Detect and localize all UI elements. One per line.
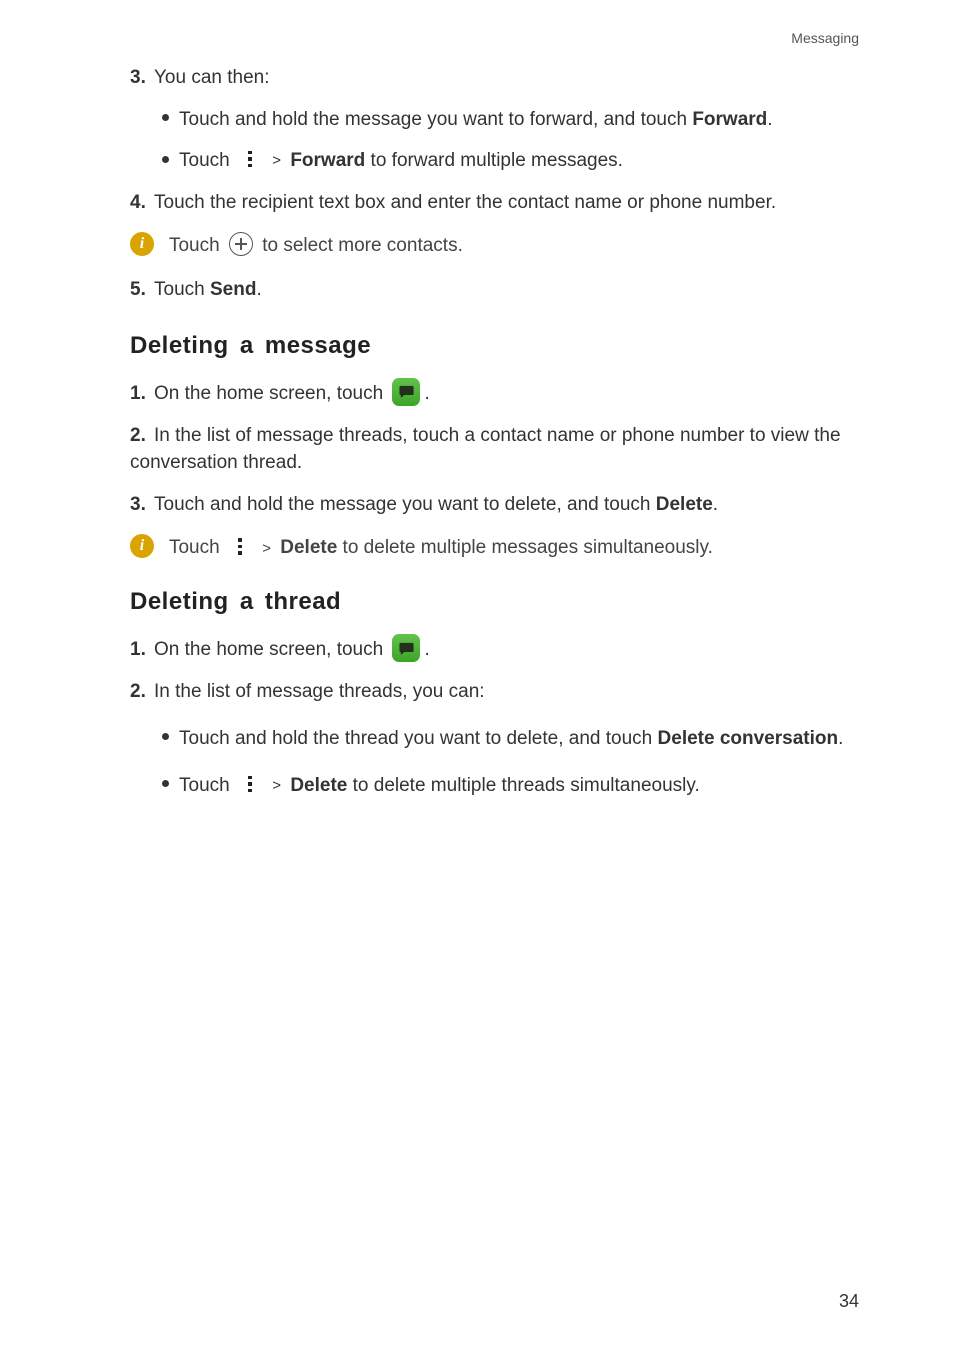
step-text: Touch the recipient text box and enter t…	[154, 192, 776, 213]
step-number: 2.	[130, 678, 154, 706]
step-text: You can then:	[154, 67, 270, 88]
heading-deleting-thread: Deleting a thread	[130, 588, 859, 616]
info-icon: i	[130, 232, 154, 256]
text: Touch	[179, 150, 235, 171]
sec2-step-1: 1.On the home screen, touch .	[130, 636, 859, 664]
step-number: 3.	[130, 491, 154, 519]
text: Touch	[179, 775, 235, 796]
chevron-right-icon: >	[272, 152, 281, 169]
text: .	[713, 494, 718, 515]
bullet-delete-conversation: Touch and hold the thread you want to de…	[162, 720, 859, 758]
sec1-step-2: 2.In the list of message threads, touch …	[130, 422, 859, 477]
step-number: 3.	[130, 64, 154, 92]
label-delete: Delete	[280, 537, 337, 558]
bullet-dot-icon	[162, 780, 169, 787]
page-number: 34	[839, 1291, 859, 1312]
label-delete-conversation: Delete conversation	[658, 728, 839, 749]
text: to delete multiple threads simultaneousl…	[347, 775, 699, 796]
sec1-step-3: 3.Touch and hold the message you want to…	[130, 491, 859, 519]
label-delete: Delete	[656, 494, 713, 515]
text: to select more contacts.	[262, 235, 463, 256]
messaging-app-icon	[392, 378, 420, 406]
bullet-dot-icon	[162, 733, 169, 740]
chevron-right-icon: >	[262, 540, 271, 557]
text: Touch	[169, 235, 225, 256]
label-forward: Forward	[290, 150, 365, 171]
text: Touch and hold the message you want to d…	[154, 494, 656, 515]
sec2-step-2: 2.In the list of message threads, you ca…	[130, 678, 859, 706]
step-4: 4.Touch the recipient text box and enter…	[130, 189, 859, 217]
text: to forward multiple messages.	[365, 150, 623, 171]
step-5: 5.Touch Send.	[130, 276, 859, 304]
text: Touch	[154, 279, 210, 300]
bullet-forward-single: Touch and hold the message you want to f…	[162, 106, 859, 134]
overflow-menu-icon	[241, 774, 259, 794]
label-delete: Delete	[290, 775, 347, 796]
text: .	[838, 728, 843, 749]
text: to delete multiple messages simultaneous…	[337, 537, 713, 558]
chevron-right-icon: >	[272, 777, 281, 794]
note-delete-multiple-messages: i Touch > Delete to delete multiple mess…	[130, 536, 859, 560]
running-head: Messaging	[130, 30, 859, 46]
text: On the home screen, touch	[154, 639, 388, 660]
step-3: 3.You can then:	[130, 64, 859, 92]
text: Touch	[169, 537, 225, 558]
bullet-dot-icon	[162, 156, 169, 163]
info-icon: i	[130, 534, 154, 558]
label-send: Send	[210, 279, 256, 300]
overflow-menu-icon	[241, 149, 259, 169]
step-number: 5.	[130, 276, 154, 304]
text: In the list of message threads, touch a …	[130, 425, 841, 474]
step-number: 2.	[130, 422, 154, 450]
bullet-forward-multiple: Touch > Forward to forward multiple mess…	[162, 147, 859, 175]
step-number: 1.	[130, 380, 154, 408]
plus-circle-icon	[229, 232, 253, 256]
text: .	[424, 383, 429, 404]
step-number: 4.	[130, 189, 154, 217]
note-add-contacts: i Touch to select more contacts.	[130, 234, 859, 258]
text: Touch and hold the message you want to f…	[179, 109, 692, 130]
step-number: 1.	[130, 636, 154, 664]
text: .	[424, 639, 429, 660]
overflow-menu-icon	[231, 536, 249, 556]
text: .	[767, 109, 772, 130]
page: Messaging 3.You can then: Touch and hold…	[0, 0, 954, 1352]
messaging-app-icon	[392, 634, 420, 662]
sec1-step-1: 1.On the home screen, touch .	[130, 380, 859, 408]
bullet-dot-icon	[162, 114, 169, 121]
text: Touch and hold the thread you want to de…	[179, 728, 658, 749]
heading-deleting-message: Deleting a message	[130, 332, 859, 360]
text: .	[256, 279, 261, 300]
label-forward: Forward	[692, 109, 767, 130]
text: On the home screen, touch	[154, 383, 388, 404]
bullet-delete-multiple-threads: Touch > Delete to delete multiple thread…	[162, 772, 859, 800]
text: In the list of message threads, you can:	[154, 681, 485, 702]
